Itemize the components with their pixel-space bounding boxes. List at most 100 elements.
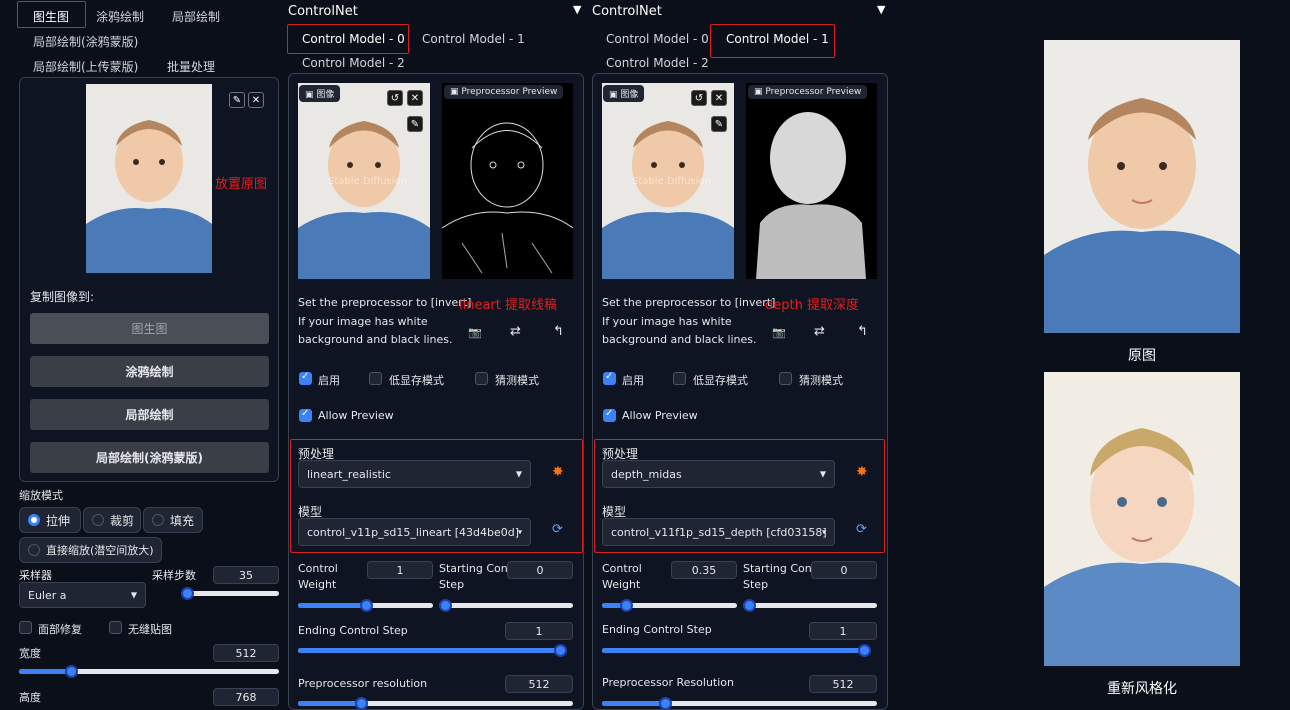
control-weight-label-2: Weight: [298, 578, 337, 591]
preprocessor-select[interactable]: depth_midas ▼: [602, 460, 835, 488]
slider-handle[interactable]: [620, 599, 633, 612]
control-weight-slider[interactable]: [602, 599, 737, 612]
lowvram-checkbox[interactable]: [673, 372, 686, 385]
sampler-select[interactable]: Euler a ▼: [19, 582, 146, 608]
tab-control-model-2[interactable]: Control Model - 2: [302, 56, 405, 70]
refresh-icon[interactable]: ⟳: [552, 522, 563, 537]
lowvram-checkbox[interactable]: [369, 372, 382, 385]
refresh-icon[interactable]: ⟳: [856, 522, 867, 537]
steps-input[interactable]: 35: [213, 566, 279, 584]
tab-control-model-0[interactable]: Control Model - 0: [606, 32, 709, 46]
control-weight-input[interactable]: 0.35: [671, 561, 737, 579]
width-input[interactable]: 512: [213, 644, 279, 662]
tab-sketch[interactable]: 涂鸦绘制: [96, 8, 144, 25]
guess-mode-checkbox[interactable]: [779, 372, 792, 385]
collapse-triangle-icon[interactable]: ▼: [573, 3, 581, 16]
edit-icon[interactable]: ✎: [229, 92, 245, 108]
tab-control-model-0[interactable]: Control Model - 0: [302, 32, 405, 46]
tab-img2img[interactable]: 图生图: [33, 8, 69, 25]
tab-control-model-1[interactable]: Control Model - 1: [726, 32, 829, 46]
undo-icon[interactable]: ↺: [387, 90, 403, 106]
control-weight-input[interactable]: 1: [367, 561, 433, 579]
ending-step-input[interactable]: 1: [809, 622, 877, 640]
tab-control-model-1[interactable]: Control Model - 1: [422, 32, 525, 46]
chevron-down-icon: ▼: [130, 590, 137, 600]
control-weight-slider[interactable]: [298, 599, 433, 612]
brush-icon[interactable]: ✎: [711, 116, 727, 132]
slider-handle[interactable]: [858, 644, 871, 657]
slider-handle[interactable]: [743, 599, 756, 612]
slider-handle[interactable]: [554, 644, 567, 657]
width-slider[interactable]: [19, 665, 279, 678]
starting-step-input[interactable]: 0: [811, 561, 877, 579]
tab-inpaint[interactable]: 局部绘制: [172, 8, 220, 25]
brush-icon[interactable]: ✎: [407, 116, 423, 132]
copy-to-inpaint-button[interactable]: 局部绘制: [30, 399, 269, 430]
slider-handle[interactable]: [181, 587, 194, 600]
slider-fill: [19, 669, 71, 674]
copy-to-img2img-button[interactable]: 图生图: [30, 313, 269, 344]
ending-step-slider[interactable]: [298, 644, 567, 657]
resize-option-latent-label: 直接缩放(潜空间放大): [46, 544, 154, 557]
undo-icon[interactable]: ↺: [691, 90, 707, 106]
tiling-checkbox[interactable]: [109, 621, 122, 634]
preprocessor-resolution-slider[interactable]: [602, 697, 877, 710]
enable-checkbox[interactable]: [299, 371, 312, 385]
slider-handle[interactable]: [360, 599, 373, 612]
run-preprocessor-icon[interactable]: ✸: [552, 464, 564, 480]
lineart-preview-image: [442, 83, 573, 279]
starting-step-slider[interactable]: [439, 599, 573, 612]
slider-handle[interactable]: [659, 697, 672, 710]
tab-inpaint-upload[interactable]: 局部绘制(上传蒙版): [33, 58, 138, 75]
face-fix-label: 面部修复: [38, 623, 82, 636]
tab-control-model-2[interactable]: Control Model - 2: [606, 56, 709, 70]
height-input[interactable]: 768: [213, 688, 279, 706]
send-dimensions-icon[interactable]: ↰: [553, 324, 564, 339]
starting-step-slider[interactable]: [743, 599, 877, 612]
allow-preview-checkbox[interactable]: [603, 408, 616, 422]
resize-option-fill[interactable]: 填充: [143, 507, 203, 533]
image-tag: ▣ 图像: [299, 85, 341, 102]
allow-preview-label: Allow Preview: [318, 409, 394, 422]
guess-mode-checkbox[interactable]: [475, 372, 488, 385]
preprocessor-resolution-slider[interactable]: [298, 697, 573, 710]
tab-batch[interactable]: 批量处理: [167, 58, 215, 75]
resize-option-stretch[interactable]: 拉伸: [19, 507, 81, 533]
slider-handle[interactable]: [355, 697, 368, 710]
swap-icon[interactable]: ⇄: [814, 324, 825, 339]
ending-step-input[interactable]: 1: [505, 622, 573, 640]
close-icon[interactable]: ✕: [407, 90, 423, 106]
steps-slider[interactable]: [181, 587, 279, 600]
camera-icon[interactable]: 📷: [468, 326, 482, 339]
starting-step-input[interactable]: 0: [507, 561, 573, 579]
tab-inpaint-sketch[interactable]: 局部绘制(涂鸦蒙版): [33, 33, 138, 50]
preprocessor-select[interactable]: lineart_realistic ▼: [298, 460, 531, 488]
source-image[interactable]: [86, 84, 212, 273]
model-select[interactable]: control_v11p_sd15_lineart [43d4be0d] ▾: [298, 518, 531, 546]
enable-label: 启用: [622, 374, 644, 387]
run-preprocessor-icon[interactable]: ✸: [856, 464, 868, 480]
model-select[interactable]: control_v11f1p_sd15_depth [cfd03158] ▾: [602, 518, 835, 546]
ending-step-slider[interactable]: [602, 644, 871, 657]
slider-handle[interactable]: [439, 599, 452, 612]
camera-icon[interactable]: 📷: [772, 326, 786, 339]
copy-to-sketch-button[interactable]: 涂鸦绘制: [30, 356, 269, 387]
send-dimensions-icon[interactable]: ↰: [857, 324, 868, 339]
collapse-triangle-icon[interactable]: ▼: [877, 3, 885, 16]
resize-option-crop[interactable]: 裁剪: [83, 507, 141, 533]
swap-icon[interactable]: ⇄: [510, 324, 521, 339]
slider-handle[interactable]: [65, 665, 78, 678]
hint-line-2: If your image has white: [298, 315, 428, 328]
allow-preview-checkbox[interactable]: [299, 408, 312, 422]
preprocessor-resolution-input[interactable]: 512: [505, 675, 573, 693]
height-label: 高度: [19, 691, 41, 704]
enable-checkbox[interactable]: [603, 371, 616, 385]
resize-option-latent[interactable]: 直接缩放(潜空间放大): [19, 537, 162, 563]
close-icon[interactable]: ✕: [248, 92, 264, 108]
preprocessor-resolution-input[interactable]: 512: [809, 675, 877, 693]
image-icon: ▣: [754, 87, 766, 97]
close-icon[interactable]: ✕: [711, 90, 727, 106]
face-fix-checkbox[interactable]: [19, 621, 32, 634]
image-tag-label: 图像: [316, 90, 335, 100]
copy-to-inpaint-sketch-button[interactable]: 局部绘制(涂鸦蒙版): [30, 442, 269, 473]
